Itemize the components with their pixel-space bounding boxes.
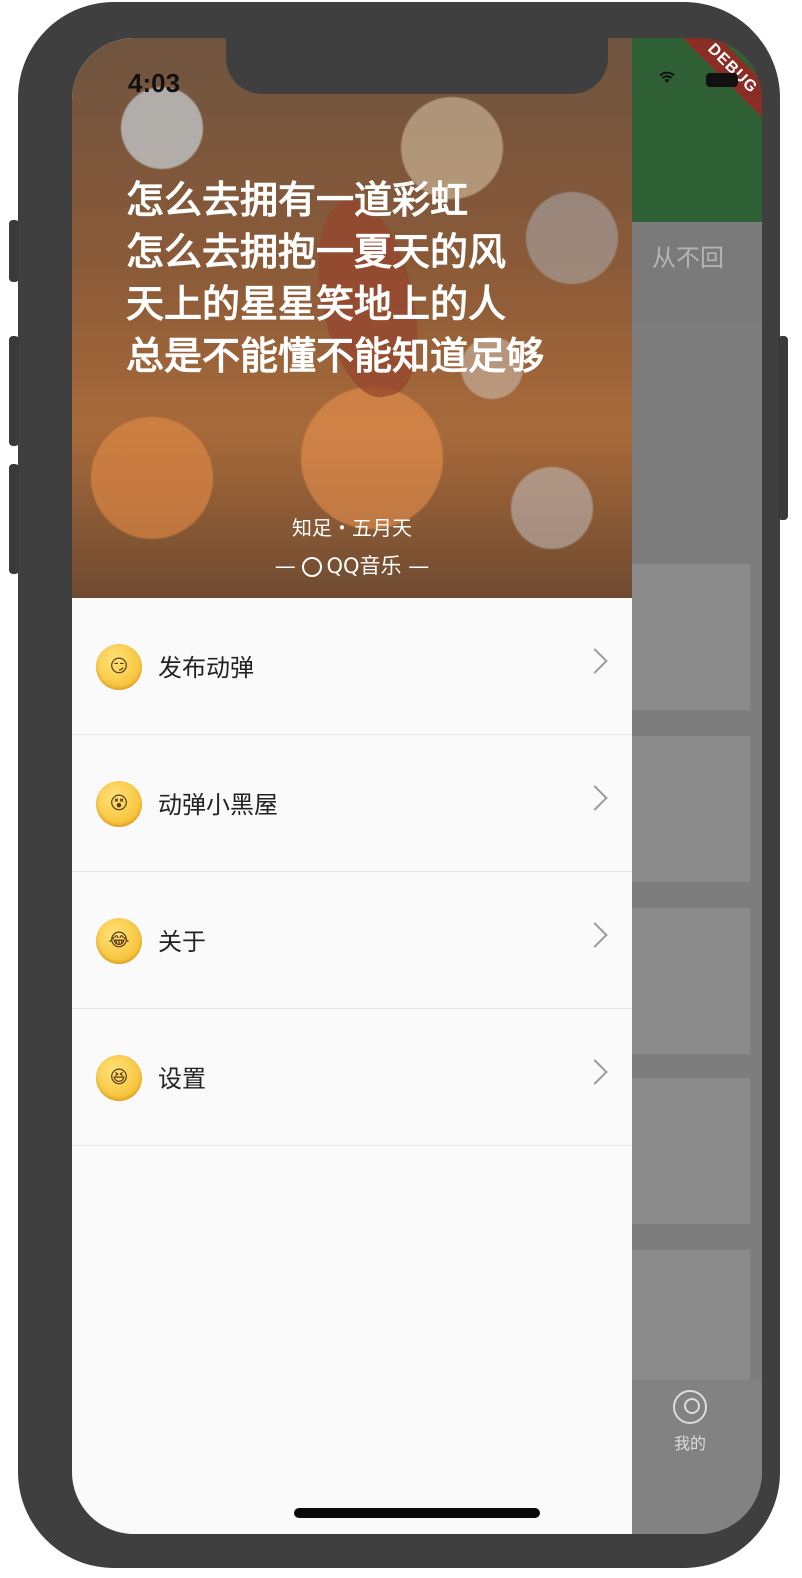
list-item[interactable] [632,1250,750,1396]
lyric-line: 总是不能懂不能知道足够 [126,333,545,378]
navigation-drawer: 怎么去拥有一道彩虹 怎么去拥抱一夏天的风 天上的星星笑地上的人 总是不能懂不能知… [72,38,632,1534]
song-title: 知足・五月天 [292,516,412,540]
chevron-right-icon [582,648,608,674]
menu-item-label: 动弹小黑屋 [158,791,278,819]
menu-item-blackroom[interactable]: 😵 动弹小黑屋 [72,735,632,872]
drawer-menu: 😏 发布动弹 😵 动弹小黑屋 😂 关于 😆 设置 [72,598,632,1146]
lyric-line: 怎么去拥有一道彩虹 [126,177,469,222]
power-button [778,336,788,520]
lyrics-block: 怎么去拥有一道彩虹 怎么去拥抱一夏天的风 天上的星星笑地上的人 总是不能懂不能知… [126,174,544,382]
wifi-icon [659,71,675,83]
menu-item-publish[interactable]: 😏 发布动弹 [72,598,632,735]
dizzy-face-emoji-icon: 😵 [96,781,142,827]
home-indicator[interactable] [294,1508,540,1518]
laughing-emoji-icon: 😆 [96,1055,142,1101]
chevron-right-icon [582,922,608,948]
brand-line: — QQ音乐 — [274,554,430,578]
brand-name: QQ音乐 [326,554,402,578]
screen: DEBUG 从不回 我的 怎么去拥有一道彩虹 怎么去拥抱一夏天的风 天上的星星笑… [72,38,762,1534]
menu-item-label: 关于 [158,928,206,956]
menu-item-label: 发布动弹 [158,654,254,682]
person-icon [673,1390,707,1424]
volume-down-button [9,464,19,574]
battery-icon [706,73,738,87]
notch [226,38,608,94]
drawer-header-image: 怎么去拥有一道彩虹 怎么去拥抱一夏天的风 天上的星星笑地上的人 总是不能懂不能知… [72,38,632,598]
list-item[interactable] [632,1078,750,1224]
tears-of-joy-emoji-icon: 😂 [96,918,142,964]
qq-music-icon [302,557,323,577]
chevron-right-icon [582,1059,608,1085]
smirk-emoji-icon: 😏 [96,644,142,690]
chevron-right-icon [582,785,608,811]
mute-switch [9,220,19,282]
status-time: 4:03 [128,68,181,98]
tab-partial[interactable]: 从不回 [652,238,724,273]
menu-item-settings[interactable]: 😆 设置 [72,1009,632,1146]
phone-frame: DEBUG 从不回 我的 怎么去拥有一道彩虹 怎么去拥抱一夏天的风 天上的星星笑… [18,2,780,1568]
list-item[interactable] [632,736,750,882]
menu-item-about[interactable]: 😂 关于 [72,872,632,1009]
bottom-tab-label: 我的 [673,1434,706,1453]
bottom-tab-mine[interactable]: 我的 [650,1390,730,1454]
list-item[interactable] [632,564,750,710]
volume-up-button [9,336,19,446]
list-item[interactable] [632,908,750,1054]
lyric-line: 怎么去拥抱一夏天的风 [126,229,507,274]
menu-item-label: 设置 [158,1065,206,1093]
lyric-line: 天上的星星笑地上的人 [126,281,507,326]
